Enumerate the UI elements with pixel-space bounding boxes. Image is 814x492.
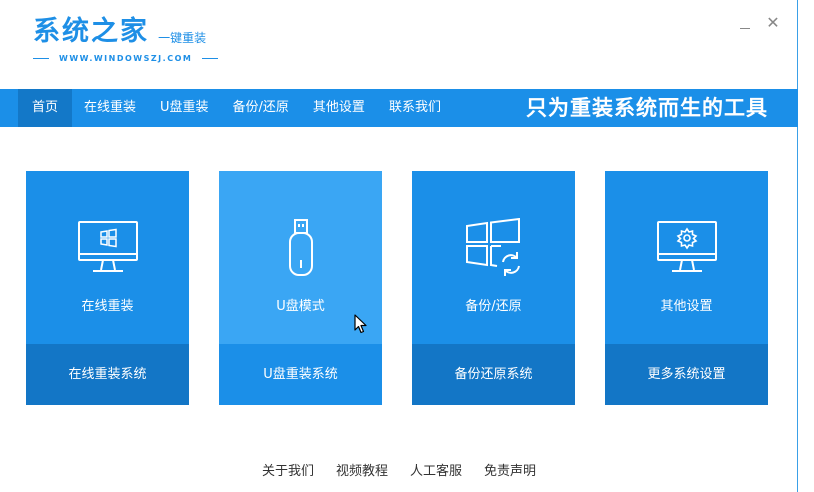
nav-item-contact-us[interactable]: 联系我们 <box>377 89 453 127</box>
card-footer[interactable]: 更多系统设置 <box>605 344 768 405</box>
card-footer[interactable]: 备份还原系统 <box>412 344 575 405</box>
footer-link-about[interactable]: 关于我们 <box>262 460 314 479</box>
nav-item-backup-restore[interactable]: 备份/还原 <box>221 89 301 127</box>
logo-title: 系统之家 <box>33 16 149 47</box>
mouse-cursor-icon <box>354 314 367 334</box>
logo-url-dash-right <box>202 58 219 59</box>
card-footer[interactable]: 在线重装系统 <box>26 344 189 405</box>
nav-slogan: 只为重装系统而生的工具 <box>526 96 768 120</box>
nav-item-usb-reinstall[interactable]: U盘重装 <box>148 89 221 127</box>
windows-restore-icon <box>412 217 575 279</box>
nav-item-other-settings[interactable]: 其他设置 <box>301 89 377 127</box>
card-footer[interactable]: U盘重装系统 <box>219 344 382 405</box>
card-title: U盘模式 <box>276 299 325 314</box>
logo-url-dash-left <box>33 58 49 59</box>
card-title: 其他设置 <box>660 299 713 314</box>
usb-drive-icon <box>219 217 382 279</box>
monitor-gear-icon <box>605 217 768 279</box>
logo-url-text: WWW.WINDOWSZJ.COM <box>59 54 193 63</box>
footer-links: 关于我们 视频教程 人工客服 免责声明 <box>0 460 798 479</box>
card-online-reinstall[interactable]: 在线重装 在线重装系统 <box>26 171 189 405</box>
card-other-settings[interactable]: 其他设置 更多系统设置 <box>605 171 768 405</box>
card-backup-restore[interactable]: 备份/还原 备份还原系统 <box>412 171 575 405</box>
app-logo: 系统之家 一键重装 WWW.WINDOWSZJ.COM <box>33 14 219 63</box>
nav-item-online-reinstall[interactable]: 在线重装 <box>72 89 148 127</box>
monitor-windows-icon <box>26 217 189 279</box>
footer-link-customer-service[interactable]: 人工客服 <box>410 460 462 479</box>
nav-item-home[interactable]: 首页 <box>18 89 72 127</box>
card-usb-mode[interactable]: U盘模式 U盘重装系统 <box>219 171 382 405</box>
card-title: 在线重装 <box>81 299 134 314</box>
minimize-icon[interactable] <box>738 16 752 30</box>
logo-subtitle: 一键重装 <box>158 31 207 45</box>
window-border <box>797 0 798 492</box>
card-title: 备份/还原 <box>465 299 522 314</box>
main-nav: 首页 在线重装 U盘重装 备份/还原 其他设置 联系我们 只为重装系统而生的工具 <box>0 89 798 127</box>
close-icon[interactable]: ✕ <box>766 15 780 31</box>
footer-link-disclaimer[interactable]: 免责声明 <box>484 460 536 479</box>
footer-link-video-tutorials[interactable]: 视频教程 <box>336 460 388 479</box>
logo-url: WWW.WINDOWSZJ.COM <box>33 54 223 63</box>
